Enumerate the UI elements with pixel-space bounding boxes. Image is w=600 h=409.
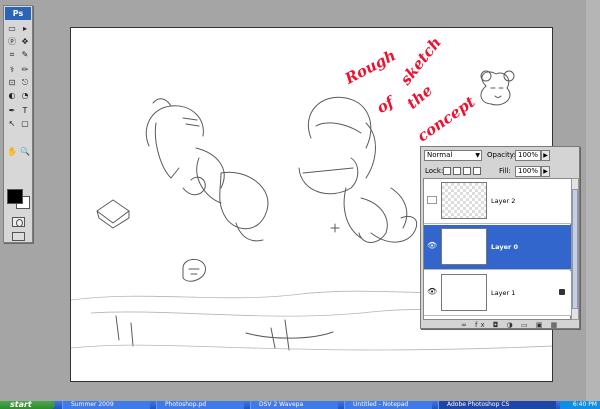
layer-name: Layer 2: [491, 197, 516, 205]
layer-name: Layer 0: [491, 243, 518, 251]
eye-icon[interactable]: 👁: [427, 288, 437, 296]
right-panel-strip: [586, 0, 600, 401]
layer-thumbnail: [441, 228, 487, 265]
fill-field[interactable]: 100%: [515, 166, 541, 177]
slice-tool-icon[interactable]: ✎: [19, 49, 31, 60]
lock-transparency-icon[interactable]: [443, 167, 451, 175]
layer-thumbnail: [441, 182, 487, 219]
eye-icon[interactable]: 👁: [427, 242, 437, 250]
lock-position-icon[interactable]: [463, 167, 471, 175]
shape-tool-icon[interactable]: ▢: [19, 118, 31, 129]
taskbar-item[interactable]: Untitled - Notepad: [344, 401, 432, 409]
layer-name: Layer 1: [491, 289, 516, 297]
foreground-color-swatch[interactable]: [7, 189, 23, 204]
taskbar-item[interactable]: Photoshop.pd: [156, 401, 244, 409]
healing-brush-tool-icon[interactable]: ⚕: [6, 64, 18, 75]
blend-mode-value: Normal: [427, 151, 453, 159]
fill-stepper-icon[interactable]: ▶: [541, 166, 550, 177]
screen-mode-button[interactable]: [12, 232, 25, 241]
eraser-tool-icon[interactable]: ◐: [6, 90, 18, 101]
quick-mask-button[interactable]: [12, 217, 25, 227]
layer-row[interactable]: Layer 2: [424, 179, 571, 224]
opacity-stepper-icon[interactable]: ▶: [541, 150, 550, 161]
opacity-label: Opacity:: [487, 151, 516, 159]
lock-icon: [559, 289, 565, 295]
crop-tool-icon[interactable]: ⌗: [6, 49, 18, 60]
type-tool-icon[interactable]: T: [19, 105, 31, 116]
layer-thumbnail: [441, 274, 487, 311]
zoom-tool-icon[interactable]: 🔍: [19, 146, 31, 157]
layer-row-selected[interactable]: 👁 Layer 0: [424, 225, 571, 270]
photoshop-logo: Ps: [5, 7, 31, 20]
taskbar-item[interactable]: Summer 2009: [62, 401, 150, 409]
layer-row[interactable]: 👁 Layer 1: [424, 271, 571, 316]
path-selection-tool-icon[interactable]: ↖: [6, 118, 18, 129]
system-clock: 6:40 PM: [560, 401, 600, 409]
taskbar-item-active[interactable]: Adobe Photoshop CS: [438, 401, 556, 409]
opacity-field[interactable]: 100%: [515, 150, 541, 161]
layer-list: Layer 2 👁 Layer 0 👁 Layer 1: [423, 178, 571, 320]
marquee-tool-icon[interactable]: ▭: [6, 23, 18, 34]
lock-pixels-icon[interactable]: [453, 167, 461, 175]
pen-tool-icon[interactable]: ✒: [6, 105, 18, 116]
layers-scrollbar[interactable]: [571, 178, 579, 320]
lock-label: Lock:: [425, 167, 444, 175]
chevron-down-icon: ▼: [475, 152, 480, 159]
clone-stamp-tool-icon[interactable]: ⊡: [6, 77, 18, 88]
scrollbar-thumb[interactable]: [572, 189, 578, 309]
hand-tool-icon[interactable]: ✋: [6, 146, 18, 157]
lock-all-icon[interactable]: [473, 167, 481, 175]
taskbar: start Summer 2009 Photoshop.pd DSV 2 Wav…: [0, 401, 600, 409]
start-button[interactable]: start: [0, 401, 55, 409]
visibility-toggle-off[interactable]: [427, 196, 437, 204]
brush-tool-icon[interactable]: ✏: [19, 64, 31, 75]
tools-panel: Ps ▭ ▸ ⓟ ✥ ⌗ ✎ ⚕ ✏ ⊡ ⎋ ◐ ◔ ✒ T ↖ ▢ ✋ 🔍: [3, 5, 33, 243]
history-brush-tool-icon[interactable]: ⎋: [19, 77, 31, 88]
layer-footer-icons[interactable]: ∞ fx ◘ ◑ ▭ ▣ ▦: [423, 321, 579, 329]
move-tool-icon[interactable]: ▸: [19, 23, 31, 34]
lasso-tool-icon[interactable]: ⓟ: [6, 36, 18, 47]
blend-mode-select[interactable]: Normal ▼: [424, 150, 482, 161]
magic-wand-tool-icon[interactable]: ✥: [19, 36, 31, 47]
layers-panel: Normal ▼ Opacity: 100% ▶ Lock: Fill: 100…: [420, 146, 580, 329]
taskbar-item[interactable]: DSV 2 Wavepa: [250, 401, 338, 409]
paint-bucket-tool-icon[interactable]: ◔: [19, 90, 31, 101]
fill-label: Fill:: [499, 167, 511, 175]
